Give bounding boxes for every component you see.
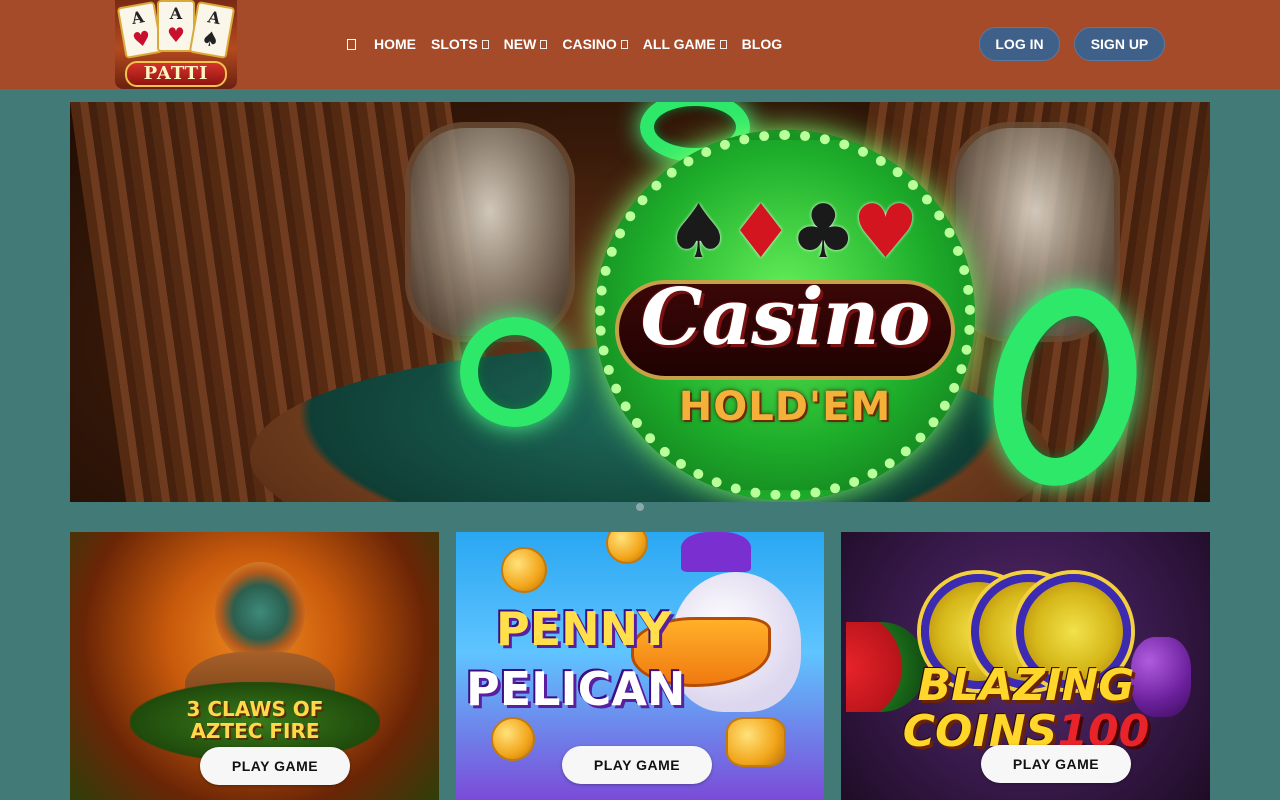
banner-window (405, 122, 575, 342)
game-title-line1: BLAZING (917, 660, 1135, 711)
hero-title: Casino (640, 272, 931, 363)
hero-banner[interactable]: ♠♦♣♥ Casino HOLD'EM (70, 102, 1210, 502)
play-game-button[interactable]: PLAY GAME (562, 746, 712, 784)
spade-icon: ♠ (665, 189, 731, 275)
dropdown-icon (481, 39, 489, 49)
dropdown-icon (540, 39, 548, 49)
game-card-aztec-fire[interactable]: 3 CLAWS OF AZTEC FIRE PLAY GAME (70, 532, 439, 800)
logo-card: A ♠ (188, 1, 236, 59)
club-icon: ♣ (790, 189, 856, 275)
site-header: A ♥ A ♥ A ♠ PATTI HOME SLOTS NEW CASINO ALL… (0, 0, 1280, 89)
game-title-line1: PENNY (496, 602, 672, 656)
game-title: 3 CLAWS OF AZTEC FIRE (186, 697, 324, 743)
poker-chip (460, 317, 570, 427)
heart-icon: ♥ (852, 189, 918, 275)
home-icon[interactable] (347, 38, 356, 50)
card-suits: ♠♦♣♥ (645, 192, 935, 272)
coin-icon (491, 717, 535, 761)
dropdown-icon (620, 39, 628, 49)
signup-button[interactable]: SIGN UP (1074, 27, 1165, 61)
hero-subtitle: HOLD'EM (678, 384, 892, 430)
main-nav: HOME SLOTS NEW CASINO ALL GAME BLOG (340, 33, 797, 55)
logo-text: PATTI (125, 61, 227, 87)
nav-item-casino[interactable]: CASINO (562, 36, 628, 52)
teen-patti-logo[interactable]: A ♥ A ♥ A ♠ PATTI (115, 0, 237, 89)
nav-item-all-game[interactable]: ALL GAME (643, 36, 727, 52)
coin-icon (606, 532, 648, 564)
dropdown-icon (719, 39, 727, 49)
nav-item-new[interactable]: NEW (504, 36, 548, 52)
game-card-penny-pelican[interactable]: PENNY PELICAN PLAY GAME (456, 532, 824, 800)
coin-icon (501, 547, 547, 593)
diamond-icon: ♦ (727, 189, 794, 275)
coin-stack-icon (726, 717, 786, 767)
game-card-blazing-coins[interactable]: BLAZING COINS100 PLAY GAME (841, 532, 1210, 800)
play-game-button[interactable]: PLAY GAME (200, 747, 350, 785)
play-game-button[interactable]: PLAY GAME (981, 745, 1131, 783)
nav-item-slots[interactable]: SLOTS (431, 36, 489, 52)
nav-item-home[interactable]: HOME (374, 36, 416, 52)
pelican-hat (681, 532, 751, 572)
game-title-line2: PELICAN (466, 662, 686, 716)
nav-item-blog[interactable]: BLOG (742, 36, 782, 52)
goddess-art (215, 562, 305, 662)
carousel-dot[interactable] (636, 503, 644, 511)
login-button[interactable]: LOG IN (979, 27, 1060, 61)
